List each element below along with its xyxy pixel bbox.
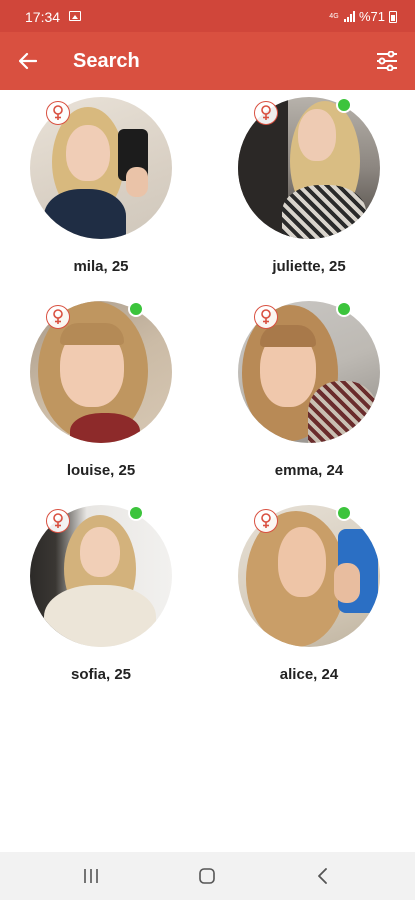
profile-name: alice, 24 [279, 666, 339, 683]
profile-card[interactable]: louise, 25 [30, 294, 180, 494]
avatar-wrap [30, 301, 172, 443]
app-bar: Search [0, 32, 415, 90]
system-back-button[interactable] [298, 860, 348, 892]
gender-badge [254, 101, 278, 125]
image-icon [69, 11, 81, 21]
online-indicator [336, 505, 352, 521]
signal-icon [343, 11, 355, 22]
profile-name: juliette, 25 [272, 258, 346, 275]
recents-button[interactable] [66, 860, 116, 892]
battery-percent: %71 [358, 9, 385, 24]
gender-badge [46, 305, 70, 329]
profile-name: louise, 25 [66, 462, 136, 479]
arrow-left-icon [19, 52, 37, 70]
profile-name: emma, 24 [274, 462, 344, 479]
profile-card[interactable]: mila, 25 [30, 90, 180, 290]
female-icon [53, 105, 63, 120]
profile-card[interactable]: emma, 24 [238, 294, 388, 494]
page-title: Search [73, 50, 140, 72]
female-icon [261, 513, 271, 528]
avatar-wrap [30, 97, 172, 239]
female-icon [261, 105, 271, 120]
online-indicator [336, 97, 352, 113]
sliders-icon [377, 51, 397, 71]
online-indicator [336, 301, 352, 317]
online-indicator [128, 301, 144, 317]
profile-name: sofia, 25 [70, 666, 132, 683]
avatar-wrap [238, 505, 380, 647]
status-bar: 17:34 4G %71 [0, 0, 415, 32]
profile-card[interactable]: alice, 24 [238, 498, 388, 698]
avatar-wrap [30, 505, 172, 647]
female-icon [53, 309, 63, 324]
home-icon [199, 868, 215, 884]
back-button[interactable] [8, 41, 48, 81]
system-nav-bar [0, 852, 415, 900]
status-indicators: 4G %71 [328, 9, 397, 24]
gender-badge [46, 101, 70, 125]
female-icon [261, 309, 271, 324]
profile-name: mila, 25 [73, 258, 129, 275]
online-indicator [128, 505, 144, 521]
gender-badge [46, 509, 70, 533]
female-icon [53, 513, 63, 528]
status-time: 17:34 [25, 9, 61, 25]
profile-card[interactable]: juliette, 25 [238, 90, 388, 290]
recents-icon [84, 869, 98, 883]
gender-badge [254, 509, 278, 533]
profile-card[interactable]: sofia, 25 [30, 498, 180, 698]
network-type: 4G [329, 13, 339, 20]
home-button[interactable] [182, 860, 232, 892]
avatar-wrap [238, 301, 380, 443]
gender-badge [254, 305, 278, 329]
battery-icon [389, 10, 397, 23]
avatar-wrap [238, 97, 380, 239]
filter-button[interactable] [367, 41, 407, 81]
back-icon [318, 868, 327, 884]
